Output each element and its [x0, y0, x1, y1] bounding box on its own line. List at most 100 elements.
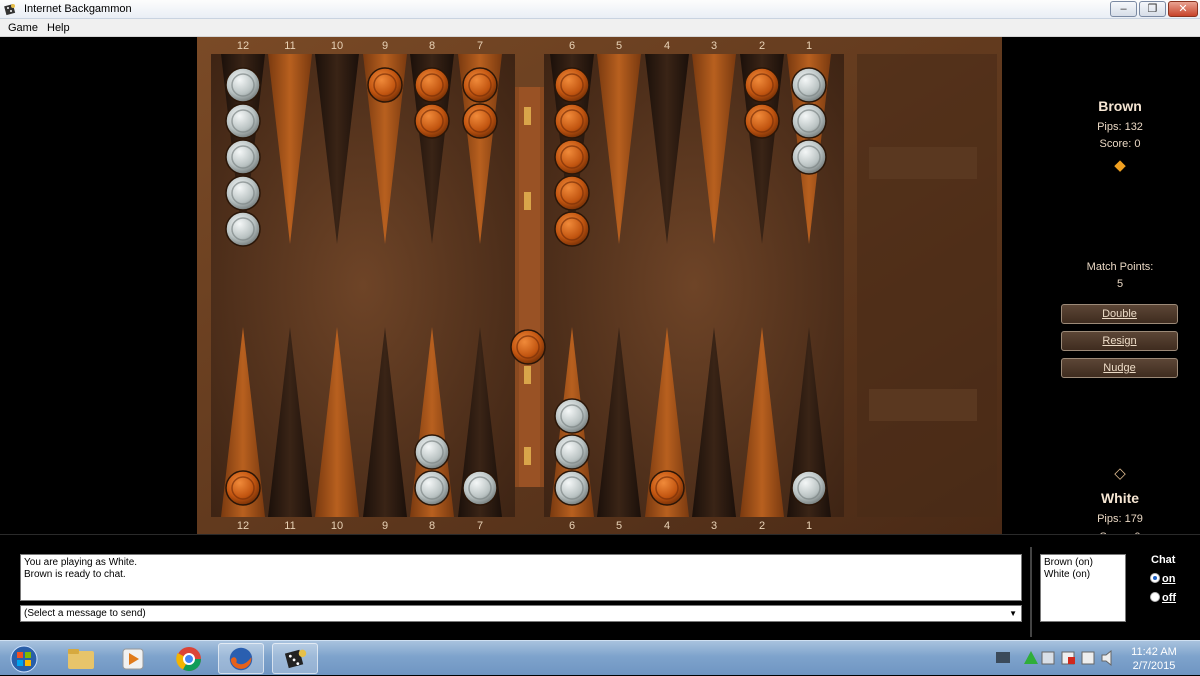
hinge-bottom [524, 447, 531, 465]
hinge-lower [524, 366, 531, 384]
radio-selected-icon[interactable] [1150, 573, 1160, 583]
white-checker[interactable] [554, 470, 590, 506]
file-explorer-icon[interactable] [58, 643, 104, 674]
dropdown-arrow-icon[interactable]: ▼ [1009, 609, 1017, 618]
radio-unselected-icon[interactable] [1150, 592, 1160, 602]
white-checker[interactable] [225, 211, 261, 247]
point-number-bottom: 9 [382, 520, 388, 532]
point-number-top: 10 [331, 40, 343, 52]
menu-help[interactable]: Help [47, 22, 70, 34]
white-turn-diamond-icon: ◇ [1114, 465, 1126, 482]
brown-checker[interactable] [367, 67, 403, 103]
point-number-top: 7 [477, 40, 483, 52]
white-checker[interactable] [791, 139, 827, 175]
chat-select-value: (Select a message to send) [24, 608, 146, 619]
backgammon-icon[interactable] [272, 643, 318, 674]
taskbar-clock[interactable]: 11:42 AM 2/7/2015 [1122, 645, 1186, 673]
brown-player-name: Brown [1098, 98, 1142, 114]
white-checker[interactable] [225, 175, 261, 211]
point-number-top: 1 [806, 40, 812, 52]
network-icon [996, 652, 1010, 663]
chat-off-radio[interactable]: off [1150, 592, 1176, 604]
brown-checker[interactable] [649, 470, 685, 506]
hinge-upper [524, 192, 531, 210]
double-button[interactable]: Double [1061, 304, 1178, 324]
brown-checker[interactable] [414, 103, 450, 139]
chat-line: You are playing as White. [24, 557, 138, 568]
brown-checker[interactable] [744, 67, 780, 103]
brown-tray [869, 147, 977, 179]
backgammon-app-icon [4, 4, 16, 16]
presence-item: Brown (on) [1044, 557, 1093, 568]
white-checker[interactable] [225, 139, 261, 175]
white-checker[interactable] [554, 398, 590, 434]
white-checker[interactable] [462, 470, 498, 506]
volume-icon [1101, 649, 1112, 667]
chat-area: You are playing as White. Brown is ready… [0, 534, 1200, 640]
white-checker[interactable] [414, 434, 450, 470]
white-player-name: White [1100, 490, 1140, 506]
chat-divider [1030, 547, 1032, 637]
minimize-button[interactable]: – [1110, 1, 1137, 17]
point-number-bottom: 10 [331, 520, 343, 532]
point-number-top: 12 [237, 40, 249, 52]
point-number-bottom: 5 [616, 520, 622, 532]
brown-turn-diamond-icon: ◆ [1114, 157, 1126, 174]
point-number-top: 9 [382, 40, 388, 52]
point-number-top: 5 [616, 40, 622, 52]
point-number-bottom: 7 [477, 520, 483, 532]
brown-checker[interactable] [462, 103, 498, 139]
maximize-button[interactable]: ❐ [1139, 1, 1166, 17]
firefox-icon[interactable] [218, 643, 264, 674]
brown-checker[interactable] [744, 103, 780, 139]
warning-triangle-icon [1024, 651, 1038, 664]
point-number-bottom: 8 [429, 520, 435, 532]
clock-date: 2/7/2015 [1132, 660, 1176, 672]
hinge-top [524, 107, 531, 125]
brown-checker[interactable] [554, 67, 590, 103]
resign-button[interactable]: Resign [1061, 331, 1178, 351]
point-number-bottom: 6 [569, 520, 575, 532]
white-checker[interactable] [414, 470, 450, 506]
media-player-icon[interactable] [110, 643, 156, 674]
point-number-bottom: 1 [806, 520, 812, 532]
brown-score: Score: 0 [1099, 138, 1141, 150]
point-number-top: 11 [284, 40, 295, 52]
brown-checker[interactable] [554, 211, 590, 247]
window-title: Internet Backgammon [24, 3, 132, 15]
point-number-top: 2 [759, 40, 765, 52]
window-titlebar: Internet Backgammon – ❐ ✕ [0, 0, 1200, 19]
brown-checker[interactable] [225, 470, 261, 506]
brown-checker[interactable] [554, 103, 590, 139]
start-orb-icon[interactable] [2, 643, 46, 674]
side-panel-bg [857, 54, 997, 517]
brown-checker[interactable] [462, 67, 498, 103]
presence-list: Brown (on) White (on) [1040, 554, 1126, 622]
brown-checker[interactable] [554, 175, 590, 211]
white-tray [869, 389, 977, 421]
white-checker[interactable] [791, 67, 827, 103]
close-button[interactable]: ✕ [1168, 1, 1198, 17]
bar-brown-checker[interactable] [510, 329, 546, 365]
point-number-bottom: 12 [237, 520, 249, 532]
point-number-bottom: 4 [664, 520, 670, 532]
match-points-value: 5 [1116, 278, 1124, 290]
chat-log: You are playing as White. Brown is ready… [20, 554, 1022, 601]
white-checker[interactable] [791, 470, 827, 506]
chrome-icon[interactable] [166, 643, 212, 674]
chat-on-radio[interactable]: on [1150, 573, 1175, 585]
menu-game[interactable]: Game [8, 22, 38, 34]
player-panel: Brown Pips: 132 Score: 0 ◆ Match Points:… [1054, 90, 1186, 554]
white-checker[interactable] [554, 434, 590, 470]
white-checker[interactable] [225, 67, 261, 103]
brown-checker[interactable] [554, 139, 590, 175]
backgammon-board: 12 12 11 11 10 10 9 9 8 8 7 7 6 6 5 5 4 4 3 3 2 2 1 1 Brown Pip… [197, 37, 1178, 543]
clock-time: 11:42 AM [1131, 646, 1177, 658]
white-checker[interactable] [225, 103, 261, 139]
chat-message-select[interactable]: (Select a message to send) ▼ [20, 605, 1022, 622]
point-number-bottom: 11 [284, 520, 295, 532]
taskbar: 11:42 AM 2/7/2015 [0, 640, 1200, 675]
white-checker[interactable] [791, 103, 827, 139]
nudge-button[interactable]: Nudge [1061, 358, 1178, 378]
brown-checker[interactable] [414, 67, 450, 103]
